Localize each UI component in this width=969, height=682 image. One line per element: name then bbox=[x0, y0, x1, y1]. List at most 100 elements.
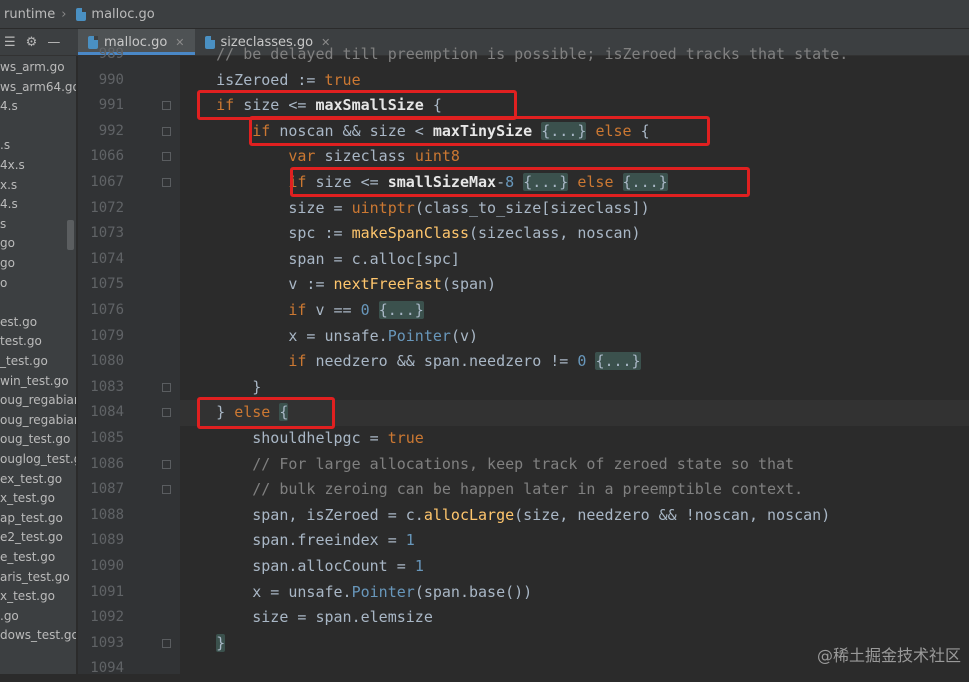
code-line[interactable]: shouldhelpgc = true bbox=[180, 426, 969, 452]
line-number: 1076 bbox=[90, 302, 124, 318]
code-line[interactable]: spc := makeSpanClass(sizeclass, noscan) bbox=[180, 221, 969, 247]
code-line[interactable]: // be delayed till preemption is possibl… bbox=[180, 42, 969, 68]
file-tree-item[interactable]: 4.s bbox=[0, 97, 18, 115]
file-tree-item[interactable]: win_test.go bbox=[0, 372, 69, 390]
fold-toggle-icon[interactable] bbox=[162, 459, 171, 469]
file-tree-item[interactable]: ws_arm64.go bbox=[0, 78, 76, 96]
breadcrumb-label: malloc.go bbox=[91, 6, 155, 22]
line-number: 1086 bbox=[90, 455, 124, 472]
file-tree-item[interactable]: x_test.go bbox=[0, 587, 55, 605]
code-line[interactable]: // For large allocations, keep track of … bbox=[180, 452, 969, 478]
file-tree-item[interactable]: aris_test.go bbox=[0, 568, 70, 586]
code-token: isZeroed := bbox=[180, 70, 325, 89]
line-number: 1073 bbox=[90, 225, 124, 242]
line-number: 1084 bbox=[90, 404, 124, 421]
file-tree-item[interactable]: o bbox=[0, 274, 7, 292]
file-tree-item[interactable]: e2_test.go bbox=[0, 528, 63, 546]
file-tree-item[interactable]: x_test.go bbox=[0, 489, 55, 507]
line-number: 989 bbox=[98, 46, 124, 62]
code-token: sizeclass bbox=[315, 147, 415, 166]
code-line[interactable]: if needzero && span.needzero != 0 {...} bbox=[180, 349, 969, 375]
breadcrumb-label: runtime bbox=[4, 6, 56, 22]
list-icon[interactable]: ☰ bbox=[4, 35, 16, 50]
breadcrumb-runtime[interactable]: runtime bbox=[0, 7, 55, 22]
code-line[interactable]: v := nextFreeFast(span) bbox=[180, 272, 969, 298]
code-line[interactable]: span.allocCount = 1 bbox=[180, 554, 969, 580]
code-line[interactable]: size = uintptr(class_to_size[sizeclass]) bbox=[180, 196, 969, 222]
file-tree-item[interactable]: 4x.s bbox=[0, 156, 25, 174]
code-line[interactable]: span.freeindex = 1 bbox=[180, 528, 969, 554]
code-token: allocLarge bbox=[423, 505, 515, 524]
folded-region[interactable]: {...} bbox=[378, 301, 424, 319]
file-tree-item[interactable]: e_test.go bbox=[0, 548, 55, 566]
file-tree-item[interactable]: oug_regabiarg bbox=[0, 411, 76, 429]
file-tree-item[interactable]: dows_test.go bbox=[0, 626, 76, 644]
code-token: x = unsafe. bbox=[180, 582, 352, 601]
code-line[interactable]: span = c.alloc[spc] bbox=[180, 247, 969, 273]
line-number: 990 bbox=[98, 71, 124, 88]
folded-region[interactable]: {...} bbox=[595, 352, 641, 371]
chevron-right-icon: › bbox=[61, 6, 67, 22]
code-line[interactable]: x = unsafe.Pointer(v) bbox=[180, 324, 969, 350]
code-token: 0 bbox=[360, 301, 370, 319]
code-token: true bbox=[387, 429, 424, 447]
file-tree-item[interactable]: go bbox=[0, 254, 15, 272]
file-tree-item[interactable]: oug_regabiarg bbox=[0, 391, 76, 409]
code-token: if bbox=[288, 352, 307, 371]
fold-toggle-icon[interactable] bbox=[162, 152, 171, 162]
file-tree-item[interactable]: _test.go bbox=[0, 352, 48, 370]
gear-icon[interactable]: ⚙ bbox=[26, 35, 38, 50]
file-tree-item[interactable]: ex_test.go bbox=[0, 470, 62, 488]
code-token: if bbox=[288, 301, 307, 319]
file-tree-item[interactable]: est.go bbox=[0, 313, 37, 331]
file-tree-item[interactable]: 4.s bbox=[0, 195, 18, 213]
code-token: spc := bbox=[180, 224, 352, 243]
sidebar-scrollbar[interactable] bbox=[67, 220, 74, 250]
fold-toggle-icon[interactable] bbox=[162, 485, 171, 495]
code-token: uint8 bbox=[414, 147, 460, 166]
code-token: var bbox=[288, 147, 316, 166]
minimize-icon[interactable]: — bbox=[47, 35, 60, 50]
file-tree-item[interactable]: x.s bbox=[0, 176, 17, 194]
code-token: true bbox=[324, 70, 361, 89]
code-token: span.allocCount = bbox=[180, 557, 415, 575]
fold-toggle-icon[interactable] bbox=[162, 638, 171, 648]
code-token: // For large allocations, keep track of … bbox=[180, 454, 795, 473]
line-number: 1087 bbox=[90, 481, 124, 498]
file-tree-item[interactable]: ap_test.go bbox=[0, 509, 63, 527]
line-number: 1092 bbox=[90, 609, 124, 626]
file-tree-item[interactable]: .s bbox=[0, 136, 10, 154]
line-number: 1091 bbox=[90, 583, 124, 600]
code-token: Pointer bbox=[387, 326, 451, 345]
code-token: Pointer bbox=[351, 582, 415, 601]
file-tree-item[interactable]: ouglog_test.go bbox=[0, 450, 76, 468]
file-tree-item[interactable]: .go bbox=[0, 607, 19, 625]
code-line[interactable]: if v == 0 {...} bbox=[180, 298, 969, 324]
fold-toggle-icon[interactable] bbox=[162, 382, 171, 392]
breadcrumb-file[interactable]: malloc.go bbox=[72, 6, 155, 22]
file-tree-item[interactable]: ws_arm.go bbox=[0, 58, 65, 76]
line-number: 1067 bbox=[90, 174, 124, 190]
fold-toggle-icon[interactable] bbox=[162, 126, 171, 136]
code-line[interactable]: // bulk zeroing can be happen later in a… bbox=[180, 477, 969, 503]
file-tree-item[interactable]: s bbox=[0, 215, 6, 233]
line-number: 1085 bbox=[90, 430, 124, 446]
line-number: 1093 bbox=[90, 634, 124, 651]
file-tree-item[interactable]: go bbox=[0, 234, 15, 252]
folded-region[interactable]: } bbox=[216, 633, 226, 652]
fold-toggle-icon[interactable] bbox=[162, 408, 171, 418]
code-line[interactable]: size = span.elemsize bbox=[180, 605, 969, 631]
line-number: 1089 bbox=[90, 532, 124, 549]
code-line[interactable]: x = unsafe.Pointer(span.base()) bbox=[180, 580, 969, 606]
fold-toggle-icon[interactable] bbox=[162, 101, 171, 111]
fold-toggle-icon[interactable] bbox=[162, 178, 171, 187]
file-tree-item[interactable]: test.go bbox=[0, 332, 42, 350]
code-line[interactable]: span, isZeroed = c.allocLarge(size, need… bbox=[180, 503, 969, 529]
project-toolbar: ☰ ⚙ — bbox=[0, 29, 78, 55]
file-tree-item[interactable]: oug_test.go bbox=[0, 430, 70, 448]
go-file-icon bbox=[76, 7, 87, 21]
